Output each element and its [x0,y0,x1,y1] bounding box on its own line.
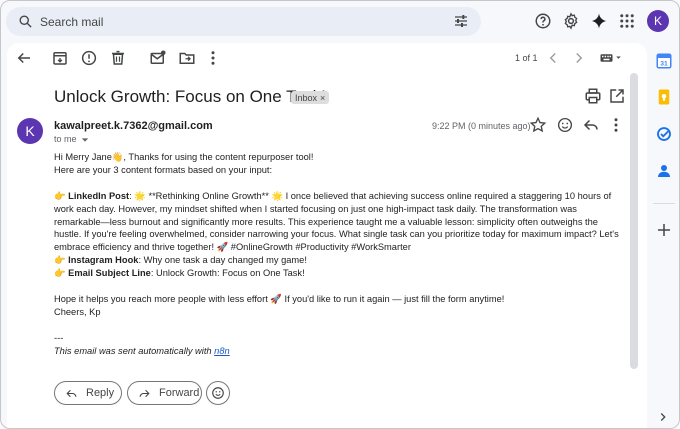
pointing-hand-icon: 👉 [54,190,66,201]
settings-gear-icon[interactable] [562,12,580,30]
expand-side-panel-chevron-icon[interactable] [656,410,670,424]
email-subject-label: Email Subject Line [68,268,151,279]
delete-trash-icon[interactable] [109,49,127,67]
star-icon[interactable] [529,116,547,134]
account-avatar[interactable]: K [647,10,669,32]
keep-notes-app-icon[interactable] [655,88,673,106]
help-icon[interactable] [534,12,552,30]
tasks-app-icon[interactable] [655,125,673,143]
message-more-vert-icon[interactable] [607,116,625,134]
reply-button[interactable]: Reply [54,381,122,405]
back-arrow-icon[interactable] [15,49,33,67]
linkedin-post-text: : 🌟 **Rethinking Online Growth** 🌟 I onc… [54,190,619,253]
pointing-hand-icon: 👉 [54,268,66,279]
input-tools-keyboard-icon[interactable] [598,49,624,67]
greeting-line: Hi Merry Jane👋, Thanks for using the con… [54,152,314,162]
svg-text:31: 31 [660,61,668,68]
add-app-plus-icon[interactable] [655,221,673,239]
n8n-link[interactable]: n8n [214,346,230,356]
email-subject-line: 👉 Email Subject Line: Unlock Growth: Foc… [54,267,624,280]
side-panel-divider [653,203,675,204]
calendar-app-icon[interactable]: 31 [655,52,673,70]
email-timestamp: 9:22 PM (0 minutes ago) [432,121,531,131]
signature-line: Cheers, Kp [54,306,101,317]
instagram-hook-label: Instagram Hook [68,255,139,266]
more-vert-icon[interactable] [204,49,222,67]
automation-text: This email was sent automatically with [54,345,215,356]
remove-label-icon[interactable]: × [320,93,325,103]
open-in-new-window-icon[interactable] [608,87,626,105]
recipient-text: to me [54,134,77,144]
linkedin-post-paragraph: 👉 LinkedIn Post: 🌟 **Rethinking Online G… [54,190,624,255]
reply-label: Reply [86,387,115,399]
instagram-hook-line: 👉 Instagram Hook: Why one task a day cha… [54,254,624,267]
mark-unread-icon[interactable] [149,49,167,67]
caret-down-icon [81,138,89,142]
search-input[interactable] [40,11,440,32]
email-body: Hi Merry Jane👋, Thanks for using the con… [54,151,624,357]
email-subject: Unlock Growth: Focus on One Task! [54,87,326,106]
emoji-reaction-icon[interactable] [556,116,574,134]
gmail-window: K 1 of 1 Unlock Growth: Focus on One Tas… [0,0,680,429]
forward-arrow-icon [139,389,150,397]
move-to-folder-icon[interactable] [178,49,196,67]
newer-chevron-left-icon[interactable] [544,49,562,67]
sender-email[interactable]: kawalpreet.k.7362@gmail.com [54,120,213,132]
apps-grid-icon[interactable] [618,12,636,30]
gemini-sparkle-icon[interactable] [590,12,608,30]
reply-arrow-icon [66,389,77,397]
contacts-app-icon[interactable] [655,162,673,180]
pointing-hand-icon: 👉 [54,255,66,266]
sender-avatar: K [17,118,43,144]
smiley-icon [212,387,224,399]
search-bar[interactable] [6,7,481,36]
forward-label: Forward [159,387,200,399]
email-subject-text: : Unlock Growth: Focus on One Task! [150,268,305,279]
automation-footer: This email was sent automatically with n… [54,345,624,358]
older-chevron-right-icon[interactable] [570,49,588,67]
label-chip-text: Inbox [295,92,318,103]
instagram-hook-text: : Why one task a day changed my game! [138,255,307,266]
filter-options-icon[interactable] [453,13,469,29]
search-icon [19,15,32,28]
print-icon[interactable] [584,87,602,105]
emoji-reaction-button[interactable] [206,381,230,405]
archive-icon[interactable] [51,49,69,67]
closing-line: Hope it helps you reach more people with… [54,293,505,304]
separator-dashes: --- [54,332,64,343]
reply-icon[interactable] [582,116,600,134]
vertical-scrollbar[interactable] [630,73,638,369]
report-spam-icon[interactable] [80,49,98,67]
pagination-count: 1 of 1 [515,53,538,63]
linkedin-post-label: LinkedIn Post [68,190,130,201]
recipient-details-toggle[interactable]: to me [54,134,89,144]
forward-button[interactable]: Forward [127,381,202,405]
intro-line: Here are your 3 content formats based on… [54,164,273,175]
inbox-label-chip[interactable]: Inbox × [291,91,330,104]
